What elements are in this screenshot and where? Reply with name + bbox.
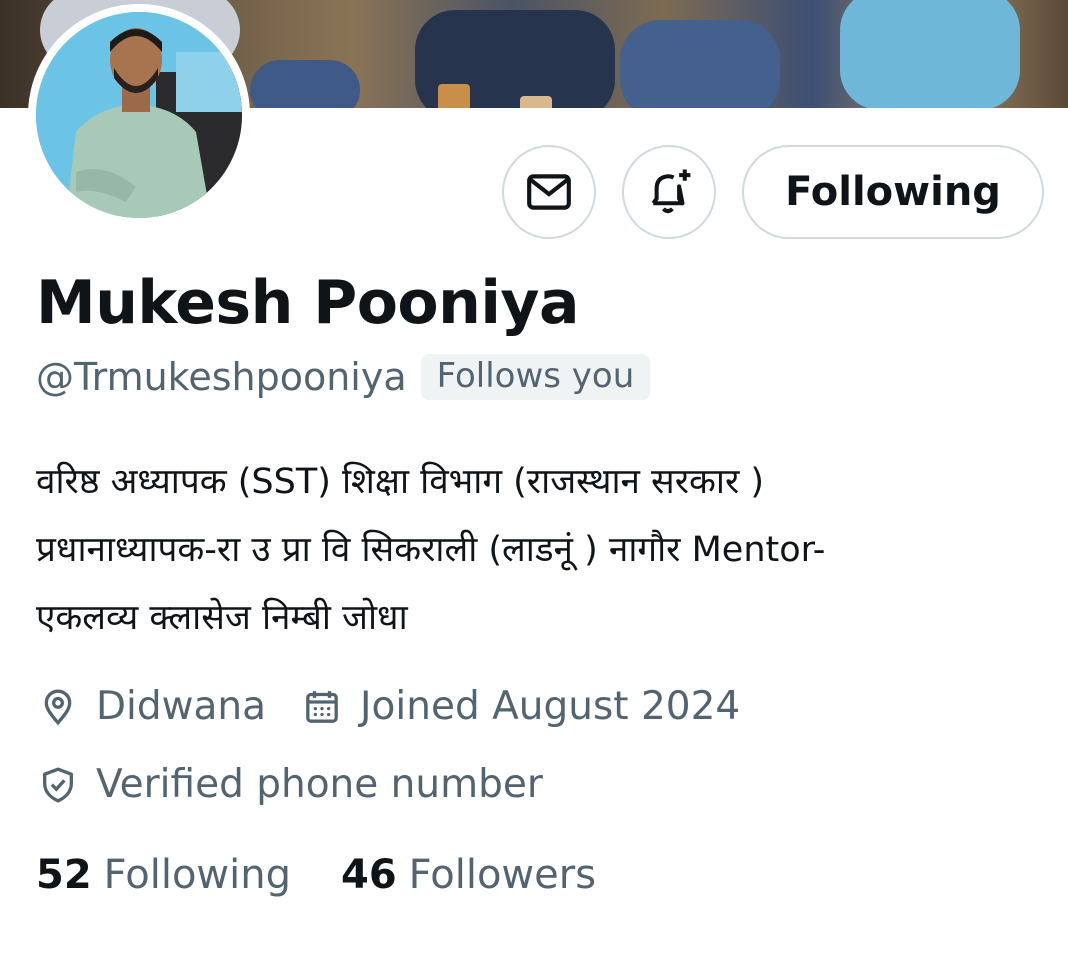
following-label: Following bbox=[103, 852, 291, 898]
shield-check-icon bbox=[36, 763, 80, 807]
following-count: 52 bbox=[36, 852, 92, 898]
bio: वरिष्ठ अध्यापक (SST) शिक्षा विभाग (राजस्… bbox=[36, 462, 826, 638]
calendar-icon bbox=[300, 685, 344, 729]
follows-you-badge: Follows you bbox=[420, 354, 651, 400]
following-button[interactable]: Following bbox=[742, 145, 1044, 239]
location-icon bbox=[36, 685, 80, 729]
profile-meta-row: Didwana Joined August 2024 bbox=[36, 684, 740, 729]
joined-date: Joined August 2024 bbox=[360, 684, 741, 729]
followers-link[interactable]: 46 Followers bbox=[341, 852, 596, 898]
message-button[interactable] bbox=[502, 145, 596, 239]
followers-label: Followers bbox=[408, 852, 597, 898]
verified-phone-text: Verified phone number bbox=[96, 762, 543, 807]
avatar[interactable] bbox=[28, 4, 250, 226]
handle-row: @Trmukeshpooniya Follows you bbox=[36, 354, 651, 400]
verified-row: Verified phone number bbox=[36, 762, 543, 807]
display-name: Mukesh Pooniya bbox=[36, 268, 580, 338]
mail-icon bbox=[527, 174, 571, 210]
handle: @Trmukeshpooniya bbox=[36, 355, 407, 399]
following-link[interactable]: 52 Following bbox=[36, 852, 291, 898]
avatar-photo bbox=[36, 12, 242, 218]
location-text: Didwana bbox=[96, 684, 267, 729]
follow-stats: 52 Following 46 Followers bbox=[36, 852, 596, 898]
notifications-button[interactable] bbox=[622, 145, 716, 239]
followers-count: 46 bbox=[341, 852, 397, 898]
bell-plus-icon bbox=[651, 169, 691, 214]
